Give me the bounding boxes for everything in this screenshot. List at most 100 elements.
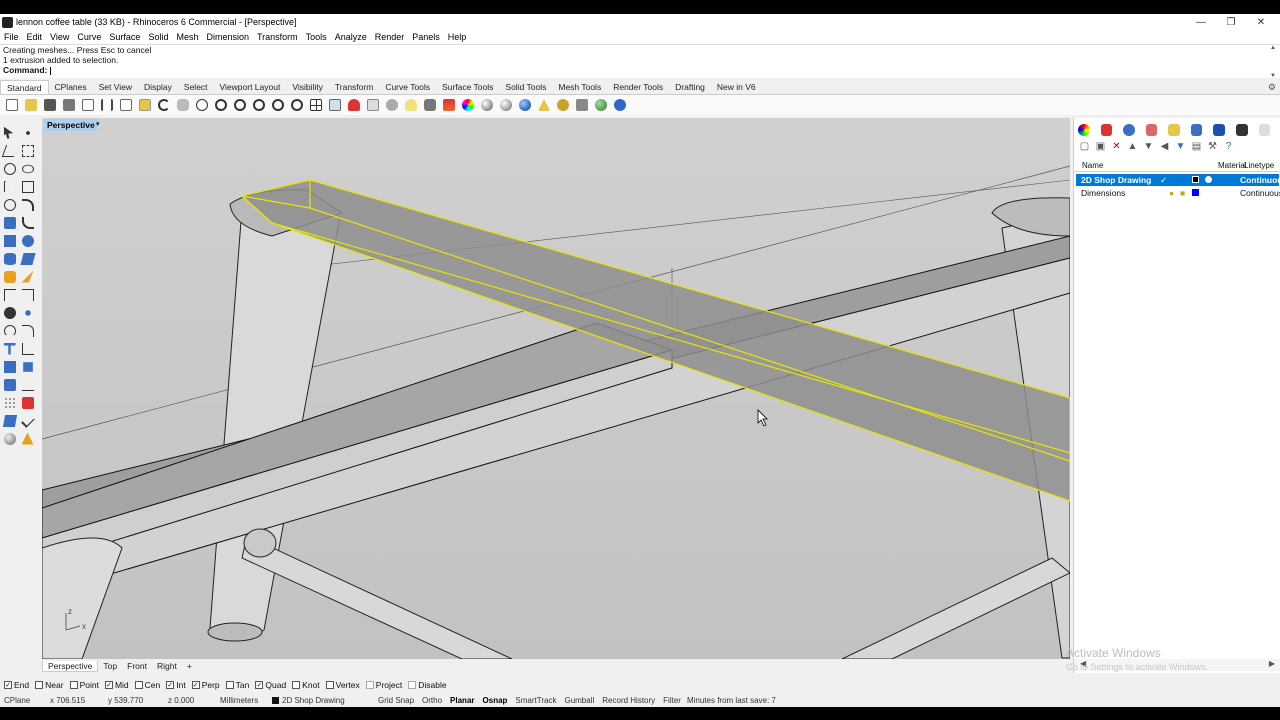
osnap-disable[interactable]: Disable [408, 680, 447, 690]
move-up-icon[interactable]: ▲ [1127, 141, 1138, 152]
grid-icon[interactable] [2, 395, 17, 410]
pan-icon[interactable] [175, 97, 191, 113]
print-icon[interactable] [61, 97, 77, 113]
scroll-up-icon[interactable]: ▲ [1270, 45, 1276, 51]
tab-visibility[interactable]: Visibility [286, 80, 329, 94]
menu-view[interactable]: View [46, 32, 73, 42]
status-layer[interactable]: 2D Shop Drawing [264, 696, 374, 705]
rotate-icon[interactable] [2, 323, 17, 338]
tab-new-in-v6[interactable]: New in V6 [711, 80, 762, 94]
menu-tools[interactable]: Tools [302, 32, 331, 42]
show-icon[interactable] [346, 97, 362, 113]
tab-transform[interactable]: Transform [329, 80, 379, 94]
layer-lock-icon[interactable]: ■ [1180, 188, 1185, 198]
osnap-perp[interactable]: ✓ Perp [191, 680, 220, 690]
options-icon[interactable] [536, 97, 552, 113]
lock-icon[interactable] [422, 97, 438, 113]
sphere-tool-icon[interactable] [20, 233, 35, 248]
rebuild-icon[interactable] [2, 413, 17, 428]
trim-icon[interactable] [2, 287, 17, 302]
osnap-project[interactable]: Project [365, 680, 402, 690]
osnap-checkbox[interactable] [408, 680, 417, 689]
point-icon[interactable] [384, 97, 400, 113]
osnap-quad[interactable]: ✓ Quad [255, 680, 286, 690]
panel-options-gear-icon[interactable] [1258, 124, 1271, 136]
display-tab-icon[interactable] [1123, 124, 1135, 136]
menu-transform[interactable]: Transform [253, 32, 302, 42]
rectangle-icon[interactable] [20, 179, 35, 194]
environments-tab-icon[interactable] [1190, 124, 1203, 136]
command-scrollbar[interactable]: ▲ ▼ [1268, 45, 1278, 79]
hide-icon[interactable] [365, 97, 381, 113]
osnap-checkbox[interactable] [365, 680, 374, 689]
sphere-icon[interactable] [517, 97, 533, 113]
osnap-checkbox[interactable]: ✓ [166, 680, 175, 689]
undo-icon[interactable] [156, 97, 172, 113]
osnap-checkbox[interactable] [134, 680, 143, 689]
osnap-knot[interactable]: Knot [292, 680, 320, 690]
toggle-osnap[interactable]: Osnap [479, 696, 512, 705]
col-name[interactable]: Name [1082, 161, 1103, 170]
move-icon[interactable] [20, 323, 35, 338]
light-tool-icon[interactable] [20, 431, 35, 446]
curve-edit-icon[interactable] [20, 377, 35, 392]
new-layer-icon[interactable]: ▢ [1079, 141, 1090, 152]
displaymode-tab-icon[interactable] [1235, 124, 1248, 136]
tab-drafting[interactable]: Drafting [669, 80, 711, 94]
tab-display[interactable]: Display [138, 80, 178, 94]
tab-curve-tools[interactable]: Curve Tools [379, 80, 436, 94]
render-tool-icon[interactable] [2, 431, 17, 446]
render-icon[interactable] [460, 97, 476, 113]
osnap-checkbox[interactable] [225, 680, 234, 689]
current-layer-check-icon[interactable]: ✓ [1160, 175, 1167, 186]
text-icon[interactable] [2, 341, 17, 356]
layer-visible-bulb-icon[interactable]: ● [1169, 188, 1174, 198]
layer-linetype[interactable]: Continuous [1240, 175, 1280, 185]
new-sublayer-icon[interactable]: ▣ [1095, 141, 1106, 152]
osnap-checkbox[interactable] [35, 680, 44, 689]
material-icon[interactable] [479, 97, 495, 113]
block-icon[interactable] [20, 395, 35, 410]
help-tab-icon[interactable] [1145, 124, 1158, 136]
menu-surface[interactable]: Surface [105, 32, 144, 42]
osnap-point[interactable]: Point [69, 680, 99, 690]
osnap-near[interactable]: Near [35, 680, 64, 690]
paste-icon[interactable] [137, 97, 153, 113]
osnap-checkbox[interactable] [292, 680, 301, 689]
status-cplane[interactable]: CPlane [0, 696, 42, 705]
materials-tab-icon[interactable] [1168, 124, 1180, 136]
toggle-planar[interactable]: Planar [446, 696, 478, 705]
explorer-icon[interactable] [574, 97, 590, 113]
light-icon[interactable] [403, 97, 419, 113]
add-viewport-tab-icon[interactable]: + [182, 661, 197, 671]
osnap-int[interactable]: ✓ Int [166, 680, 186, 690]
minimize-button[interactable]: — [1186, 14, 1216, 30]
copy-icon[interactable] [118, 97, 134, 113]
help-icon[interactable] [612, 97, 628, 113]
surface-icon[interactable] [2, 215, 17, 230]
delete-layer-icon[interactable]: ✕ [1111, 141, 1122, 152]
tab-mesh-tools[interactable]: Mesh Tools [552, 80, 607, 94]
viewport-title[interactable]: Perspective [44, 119, 98, 131]
four-viewports-icon[interactable] [308, 97, 324, 113]
layer-icon[interactable] [441, 97, 457, 113]
rotate-view-icon[interactable] [194, 97, 210, 113]
osnap-cen[interactable]: Cen [134, 680, 160, 690]
scroll-right-icon[interactable]: ▶ [1269, 659, 1275, 671]
osnap-checkbox[interactable]: ✓ [104, 680, 113, 689]
toggle-filter[interactable]: Filter [659, 696, 685, 705]
osnap-checkbox[interactable] [325, 680, 334, 689]
new-icon[interactable] [4, 97, 20, 113]
col-linetype[interactable]: Linetype [1244, 161, 1274, 170]
split-icon[interactable] [20, 287, 35, 302]
osnap-checkbox[interactable]: ✓ [4, 680, 12, 689]
globe-icon[interactable] [593, 97, 609, 113]
layers-tab-icon[interactable] [1100, 124, 1113, 136]
edit-icon[interactable] [20, 269, 35, 284]
toggle-gumball[interactable]: Gumball [560, 696, 598, 705]
zoom-icon[interactable] [213, 97, 229, 113]
fillet-curve-icon[interactable] [20, 197, 35, 212]
menu-render[interactable]: Render [371, 32, 409, 42]
toggle-grid-snap[interactable]: Grid Snap [374, 696, 418, 705]
osnap-mid[interactable]: ✓ Mid [104, 680, 129, 690]
